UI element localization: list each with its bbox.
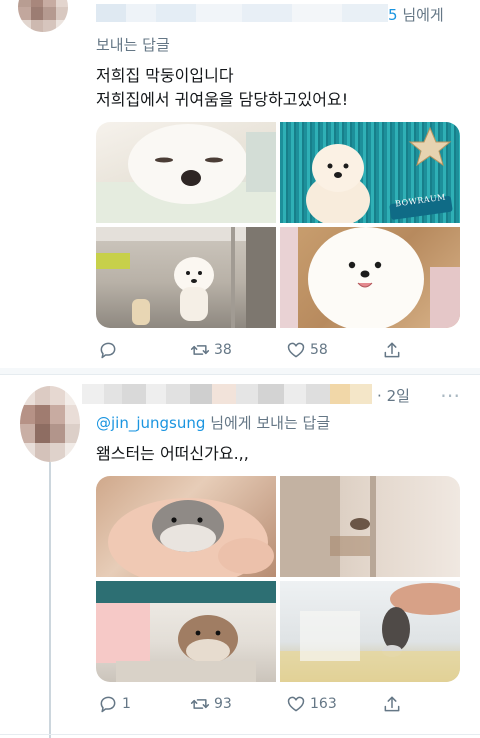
hamster-photo[interactable] (280, 476, 460, 577)
like-count: 163 (310, 696, 337, 712)
dog-photo[interactable] (96, 122, 276, 223)
timestamp: · 2일 (377, 387, 410, 405)
hamster-photo[interactable] (280, 581, 460, 682)
dog-photo[interactable]: BOWRAUM (280, 122, 460, 223)
retweet-icon (190, 699, 210, 709)
dog-photo[interactable] (280, 227, 460, 328)
share-icon (384, 342, 400, 358)
share-icon (384, 696, 400, 712)
share-button[interactable] (382, 340, 402, 360)
hamster-photo[interactable] (96, 476, 276, 577)
blurred-username (96, 4, 388, 22)
reply-count: 1 (122, 696, 131, 712)
avatar[interactable] (20, 386, 80, 462)
tweet-text: 왬스터는 어떠신가요.,, (96, 444, 249, 463)
heart-icon (287, 342, 305, 358)
like-button[interactable]: 58 (286, 340, 328, 360)
photo-grid (96, 476, 460, 682)
reply-handle-link[interactable]: @jin_jungsung (96, 414, 205, 432)
retweet-button[interactable]: 38 (190, 340, 232, 360)
blurred-username (82, 384, 372, 404)
reply-button[interactable] (98, 340, 122, 360)
reply-context-suffix: 님에게 보내는 답글 (210, 414, 331, 432)
tweet-text-line-2: 저희집에서 귀여움을 담당하고있어요! (96, 90, 349, 109)
reply-icon (100, 342, 116, 359)
reply-icon (100, 696, 116, 713)
timestamp: 5 (388, 6, 398, 24)
hamster-photo[interactable] (96, 581, 276, 682)
like-count: 58 (310, 342, 328, 358)
reply-context: 5 님에게 (388, 4, 444, 25)
more-menu-button[interactable]: ⋯ (440, 383, 461, 407)
reply-context: @jin_jungsung 님에게 보내는 답글 (96, 412, 330, 433)
reply-context-label: 보내는 답글 (96, 36, 170, 54)
dog-photo[interactable] (96, 227, 276, 328)
thread-connector-line (49, 462, 51, 738)
retweet-count: 38 (214, 342, 232, 358)
share-button[interactable] (382, 694, 402, 714)
reply-context-suffix: 님에게 (402, 6, 444, 24)
divider (0, 734, 480, 735)
tweet-text-line-1: 저희집 막둥이입니다 (96, 66, 234, 85)
reply-button[interactable]: 1 (98, 694, 131, 714)
photo-grid: BOWRAUM (96, 122, 460, 328)
heart-icon (287, 696, 305, 712)
like-button[interactable]: 163 (286, 694, 337, 714)
retweet-button[interactable]: 93 (190, 694, 232, 714)
retweet-count: 93 (214, 696, 232, 712)
timestamp-value: 2일 (386, 387, 410, 405)
avatar[interactable] (18, 0, 68, 32)
more-icon: ⋯ (440, 383, 461, 407)
retweet-icon (190, 345, 210, 355)
divider (0, 374, 480, 375)
